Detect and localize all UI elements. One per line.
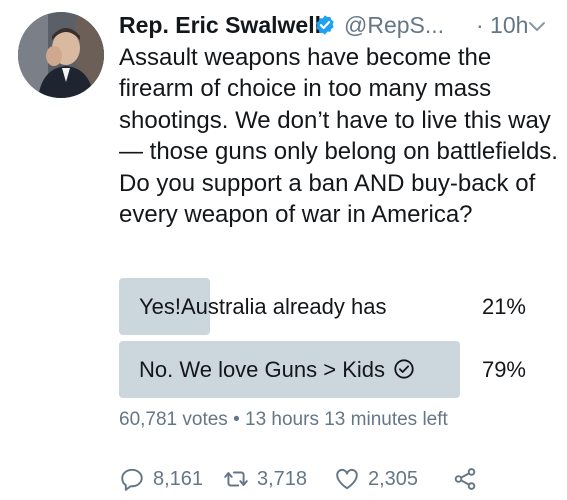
like-button[interactable]: 2,305 [334, 462, 418, 496]
reply-button[interactable]: 8,161 [119, 462, 203, 496]
chevron-down-icon[interactable] [527, 16, 547, 36]
heart-icon [336, 468, 358, 490]
verified-badge-icon [316, 15, 334, 35]
check-circle-icon [394, 359, 414, 379]
tweet-timestamp[interactable]: · 10h [476, 10, 528, 40]
reply-icon [121, 468, 143, 491]
poll-option-percent: 21% [481, 294, 526, 319]
share-icon [454, 468, 476, 490]
poll-option-yes: Yes!Australia already has 21% [119, 278, 529, 335]
tweet-text: Assault weapons have become the firearm … [119, 44, 558, 229]
avatar-photo [18, 12, 104, 98]
author-name[interactable]: Rep. Eric Swalwell [119, 10, 321, 40]
poll-option-no: No. We love Guns > Kids 79% [119, 341, 529, 398]
retweet-button[interactable]: 3,718 [223, 462, 307, 496]
share-button[interactable] [452, 462, 478, 496]
poll-option-label: No. We love Guns > Kids [139, 341, 415, 398]
avatar[interactable] [18, 12, 104, 98]
like-count: 2,305 [368, 467, 419, 490]
retweet-icon [224, 471, 248, 487]
poll-option-percent: 79% [481, 357, 526, 382]
retweet-count: 3,718 [257, 467, 308, 490]
poll-option-label: Yes!Australia already has [139, 294, 387, 319]
poll-meta: 60,781 votes • 13 hours 13 minutes left [119, 409, 448, 430]
author-handle[interactable]: @RepS... [344, 10, 444, 40]
tweet-header: Rep. Eric Swalwell @RepS... · 10h [119, 10, 547, 44]
reply-count: 8,161 [153, 467, 204, 490]
tweet-actions: 8,161 3,718 2,305 [119, 462, 559, 496]
poll-option-text: No. We love Guns > Kids [139, 357, 385, 382]
